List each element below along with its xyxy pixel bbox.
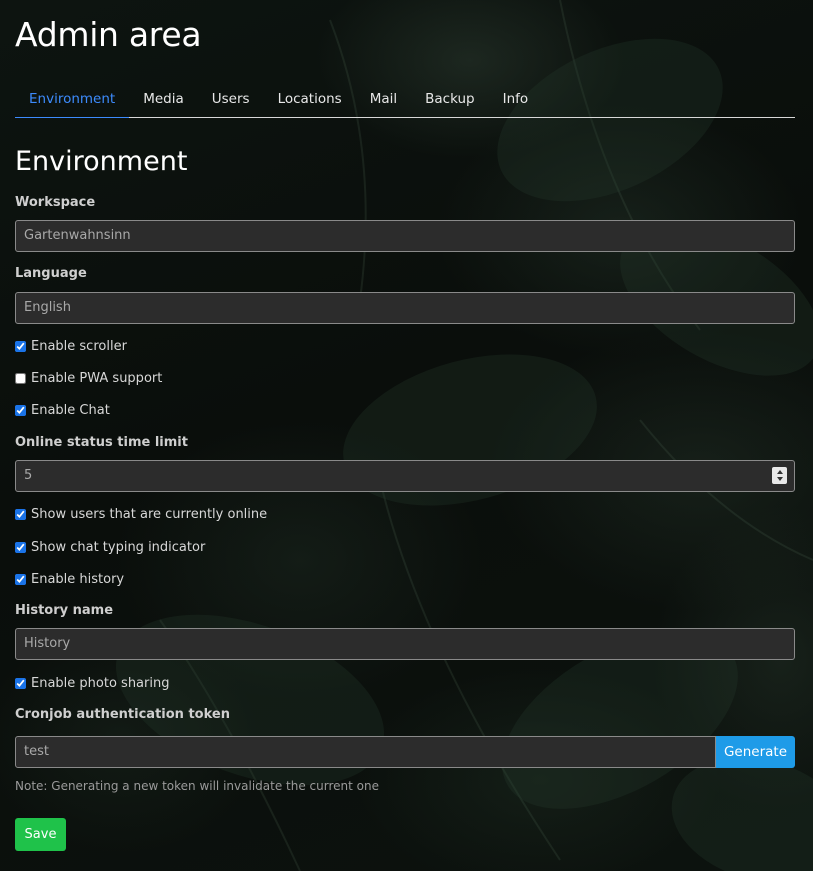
admin-container: Admin area Environment Media Users Locat…	[0, 0, 813, 118]
show-online-checkbox[interactable]	[15, 508, 26, 520]
typing-indicator-checkbox[interactable]	[15, 541, 26, 553]
tab-mail[interactable]: Mail	[356, 89, 411, 117]
enable-history-row: Enable history	[15, 569, 124, 589]
show-online-row: Show users that are currently online	[15, 504, 267, 524]
language-label: Language	[15, 266, 87, 281]
enable-pwa-row: Enable PWA support	[15, 368, 162, 388]
cron-token-input[interactable]: test	[15, 736, 716, 768]
cron-token-label: Cronjob authentication token	[15, 707, 230, 722]
enable-scroller-label: Enable scroller	[31, 338, 127, 354]
typing-indicator-label: Show chat typing indicator	[31, 539, 206, 555]
enable-chat-checkbox[interactable]	[15, 404, 26, 416]
enable-scroller-row: Enable scroller	[15, 336, 127, 356]
photo-sharing-label: Enable photo sharing	[31, 675, 170, 691]
enable-scroller-checkbox[interactable]	[15, 340, 26, 352]
tab-backup[interactable]: Backup	[411, 89, 489, 117]
spinner-down-icon[interactable]	[776, 477, 783, 481]
enable-history-checkbox[interactable]	[15, 573, 26, 585]
tab-media[interactable]: Media	[129, 89, 198, 117]
history-name-input[interactable]: History	[15, 628, 795, 660]
photo-sharing-checkbox[interactable]	[15, 677, 26, 689]
typing-indicator-row: Show chat typing indicator	[15, 537, 205, 557]
number-spinner[interactable]	[772, 467, 787, 484]
photo-sharing-row: Enable photo sharing	[15, 673, 169, 693]
online-limit-wrapper: 5	[15, 460, 795, 492]
generate-button[interactable]: Generate	[716, 736, 795, 768]
tab-environment[interactable]: Environment	[15, 89, 130, 118]
save-button[interactable]: Save	[15, 818, 66, 851]
section-title: Environment	[15, 146, 188, 177]
language-select[interactable]: English	[15, 292, 795, 324]
history-name-label: History name	[15, 603, 114, 618]
page-title: Admin area	[15, 15, 202, 54]
enable-pwa-checkbox[interactable]	[15, 372, 26, 384]
enable-history-label: Enable history	[31, 571, 125, 587]
cron-token-group: test Generate	[15, 736, 795, 768]
online-limit-input[interactable]: 5	[15, 460, 795, 492]
online-limit-label: Online status time limit	[15, 435, 188, 450]
show-online-label: Show users that are currently online	[31, 506, 268, 522]
tab-bar: Environment Media Users Locations Mail B…	[15, 89, 795, 118]
workspace-input[interactable]: Gartenwahnsinn	[15, 220, 795, 252]
workspace-label: Workspace	[15, 195, 96, 210]
enable-pwa-label: Enable PWA support	[31, 370, 163, 386]
spinner-up-icon[interactable]	[776, 470, 783, 474]
tab-locations[interactable]: Locations	[264, 89, 356, 117]
enable-chat-row: Enable Chat	[15, 400, 110, 420]
tab-info[interactable]: Info	[489, 89, 543, 117]
tab-users[interactable]: Users	[198, 89, 264, 117]
token-note: Note: Generating a new token will invali…	[15, 779, 379, 793]
enable-chat-label: Enable Chat	[31, 402, 110, 418]
